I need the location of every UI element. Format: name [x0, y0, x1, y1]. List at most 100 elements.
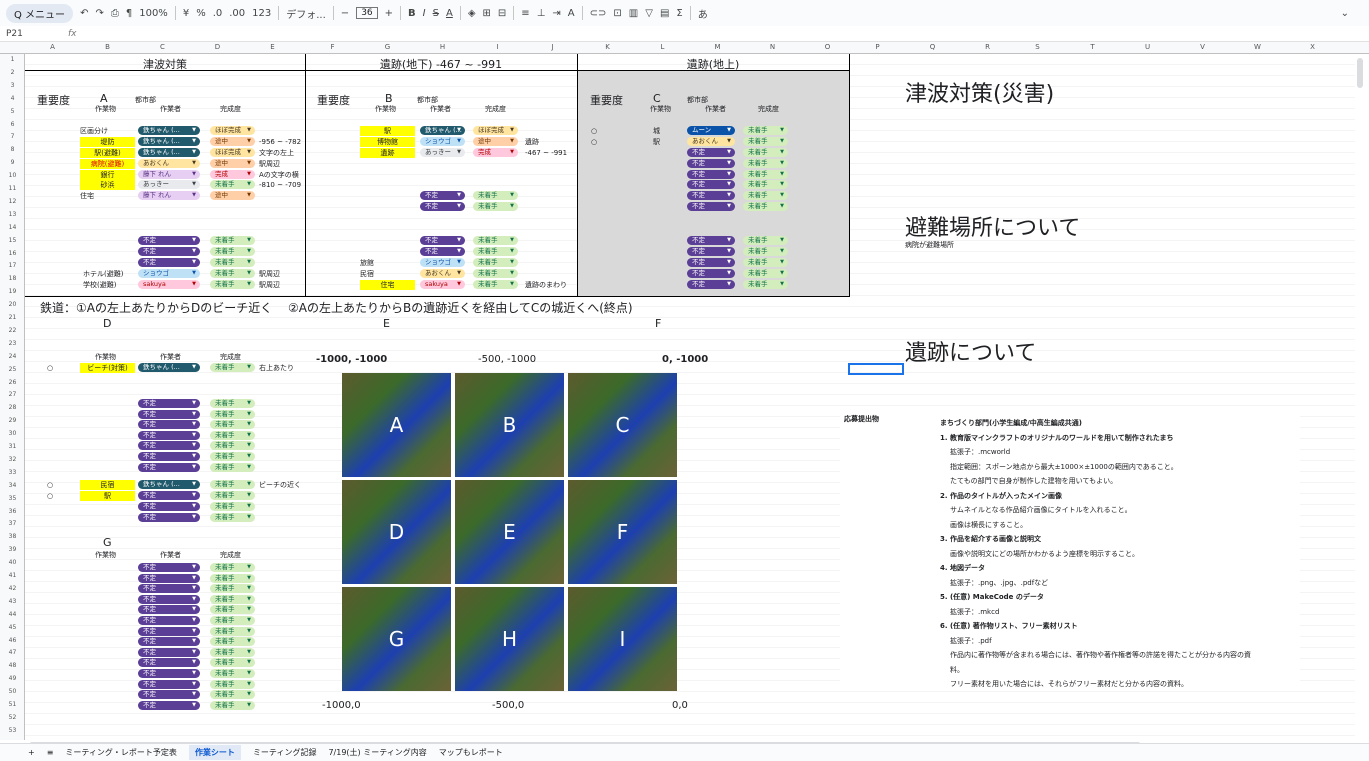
worker-chip[interactable]: 不定 — [687, 169, 735, 179]
row-header[interactable]: 47 — [0, 649, 25, 656]
increase-decimal-button[interactable]: .00 — [229, 8, 245, 19]
status-chip[interactable]: 未着手 — [210, 616, 255, 625]
column-header[interactable]: P — [850, 43, 905, 51]
row-header[interactable]: 22 — [0, 327, 25, 334]
worker-chip[interactable]: 不定 — [420, 202, 465, 212]
worker-chip[interactable]: あおくん — [687, 136, 735, 146]
status-chip[interactable]: ほぼ完成 — [210, 147, 255, 157]
status-chip[interactable]: 未着手 — [473, 268, 518, 278]
rotate-icon[interactable]: A — [568, 8, 575, 19]
bold-icon[interactable]: B — [408, 8, 416, 19]
row-header[interactable]: 35 — [0, 495, 25, 502]
status-chip[interactable]: 未着手 — [210, 480, 255, 489]
status-chip[interactable]: 未着手 — [210, 491, 255, 500]
worker-chip[interactable]: 不定 — [420, 191, 465, 201]
status-chip[interactable]: 未着手 — [210, 658, 255, 668]
row-header[interactable]: 42 — [0, 585, 25, 592]
wrap-icon[interactable]: ⇥ — [552, 8, 560, 19]
status-chip[interactable]: 未着手 — [743, 180, 788, 190]
column-header[interactable]: C — [135, 43, 190, 51]
worker-chip[interactable]: 不定 — [138, 420, 200, 430]
row-header[interactable]: 25 — [0, 366, 25, 373]
status-chip[interactable]: 完成 — [210, 169, 255, 179]
status-chip[interactable]: 未着手 — [210, 409, 255, 419]
worker-chip[interactable]: 不定 — [138, 491, 200, 500]
font-select[interactable]: デフォ... — [286, 6, 326, 21]
row-header[interactable]: 31 — [0, 443, 25, 450]
row-header[interactable]: 11 — [0, 185, 25, 192]
worker-chip[interactable]: 不定 — [138, 616, 200, 625]
worker-chip[interactable]: 不定 — [138, 236, 200, 245]
worker-chip[interactable]: 不定 — [687, 147, 735, 157]
status-chip[interactable]: 未着手 — [473, 246, 518, 256]
worker-chip[interactable]: あおくん — [138, 158, 200, 168]
italic-icon[interactable]: I — [423, 8, 426, 19]
fill-color-icon[interactable]: ◈ — [468, 8, 476, 19]
status-chip[interactable]: 未着手 — [210, 690, 255, 700]
redo-icon[interactable]: ↷ — [95, 8, 103, 19]
worker-chip[interactable]: ムーン — [687, 125, 735, 135]
column-header[interactable]: M — [690, 43, 745, 51]
worker-chip[interactable]: ショウゴ — [420, 257, 465, 267]
row-header[interactable]: 37 — [0, 520, 25, 527]
row-header[interactable]: 5 — [0, 108, 25, 115]
worker-chip[interactable]: 不定 — [687, 236, 735, 245]
row-header[interactable]: 20 — [0, 301, 25, 308]
number-format-button[interactable]: 123 — [252, 8, 271, 19]
status-chip[interactable]: 未着手 — [743, 257, 788, 267]
row-header[interactable]: 9 — [0, 159, 25, 166]
worker-chip[interactable]: 不定 — [138, 679, 200, 689]
status-chip[interactable]: ほぼ完成 — [473, 125, 518, 135]
row-header[interactable]: 16 — [0, 250, 25, 257]
row-header[interactable]: 53 — [0, 727, 25, 734]
status-chip[interactable]: 未着手 — [743, 158, 788, 168]
status-chip[interactable]: 途中 — [473, 136, 518, 146]
worker-chip[interactable]: 鉄ちゃん (... — [138, 480, 200, 489]
row-header[interactable]: 29 — [0, 417, 25, 424]
worker-chip[interactable]: 不定 — [138, 563, 200, 572]
status-chip[interactable]: 未着手 — [743, 191, 788, 201]
link-icon[interactable]: ⊂⊃ — [590, 8, 607, 19]
status-chip[interactable]: 未着手 — [210, 626, 255, 636]
status-chip[interactable]: 未着手 — [210, 512, 255, 522]
row-header[interactable]: 3 — [0, 82, 25, 89]
currency-button[interactable]: ¥ — [183, 8, 189, 19]
worker-chip[interactable]: 不定 — [138, 430, 200, 440]
worker-chip[interactable]: ショウゴ — [138, 268, 200, 278]
row-header[interactable]: 26 — [0, 379, 25, 386]
status-chip[interactable]: 未着手 — [210, 441, 255, 451]
status-chip[interactable]: 未着手 — [210, 363, 255, 372]
status-chip[interactable]: 未着手 — [473, 279, 518, 289]
row-header[interactable]: 2 — [0, 69, 25, 76]
row-header[interactable]: 48 — [0, 662, 25, 669]
vertical-scrollbar[interactable] — [1357, 58, 1363, 88]
column-header[interactable]: N — [745, 43, 800, 51]
worker-chip[interactable]: 不定 — [138, 441, 200, 451]
status-chip[interactable]: 未着手 — [743, 147, 788, 157]
status-chip[interactable]: 未着手 — [210, 246, 255, 256]
status-chip[interactable]: 未着手 — [743, 236, 788, 245]
status-chip[interactable]: 未着手 — [210, 462, 255, 472]
filter-views-icon[interactable]: ▤ — [660, 8, 669, 19]
column-header[interactable]: W — [1230, 43, 1285, 51]
column-header[interactable]: I — [470, 43, 525, 51]
align-icon[interactable]: ≡ — [521, 8, 529, 19]
worker-chip[interactable]: 不定 — [138, 452, 200, 461]
status-chip[interactable]: 未着手 — [210, 573, 255, 583]
status-chip[interactable]: 未着手 — [210, 647, 255, 657]
name-box[interactable]: P21 — [0, 29, 60, 39]
worker-chip[interactable]: 鉄ちゃん (... — [138, 125, 200, 135]
column-header[interactable]: O — [800, 43, 855, 51]
column-header[interactable]: B — [80, 43, 135, 51]
worker-chip[interactable]: 不定 — [138, 462, 200, 472]
status-chip[interactable]: 未着手 — [210, 669, 255, 678]
status-chip[interactable]: 未着手 — [743, 202, 788, 212]
font-size-increase[interactable]: + — [385, 8, 393, 19]
row-header[interactable]: 15 — [0, 237, 25, 244]
functions-icon[interactable]: Σ — [676, 8, 682, 19]
row-header[interactable]: 21 — [0, 314, 25, 321]
row-header[interactable]: 51 — [0, 701, 25, 708]
row-header[interactable]: 7 — [0, 133, 25, 140]
column-header[interactable]: R — [960, 43, 1015, 51]
worker-chip[interactable]: 不定 — [138, 573, 200, 583]
